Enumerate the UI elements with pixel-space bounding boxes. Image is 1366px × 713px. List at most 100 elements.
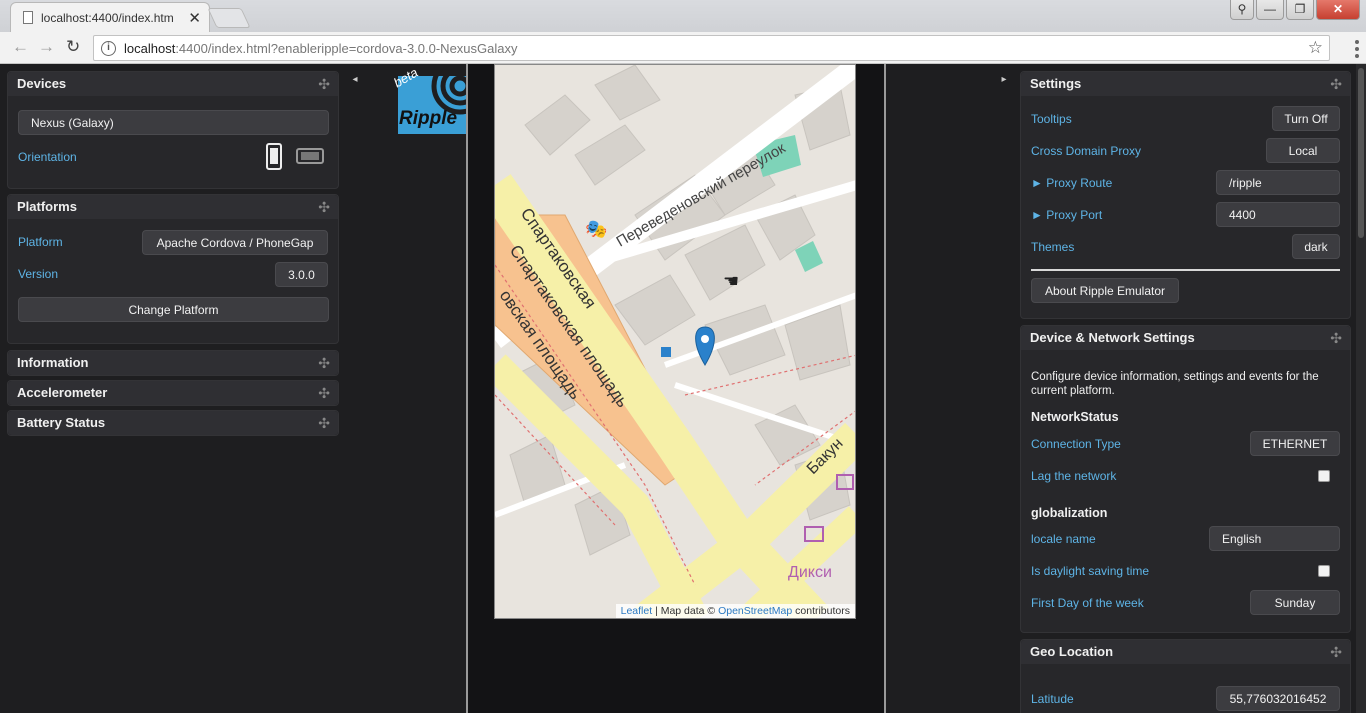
expand-icon[interactable]: ✣	[318, 381, 330, 405]
expand-icon[interactable]: ✣	[318, 195, 330, 219]
location-square-icon	[661, 347, 671, 357]
first-day-select[interactable]: Sunday	[1250, 590, 1340, 615]
page-scrollbar[interactable]	[1356, 64, 1366, 713]
geo-location-panel: Geo Location ✣ Latitude 55,776032016452	[1020, 639, 1351, 713]
hand-cursor-icon: ☚	[723, 271, 739, 292]
portrait-icon[interactable]	[266, 143, 282, 170]
settings-panel-header[interactable]: Settings ✣	[1021, 72, 1350, 96]
version-select[interactable]: 3.0.0	[275, 262, 328, 287]
tooltips-label: Tooltips	[1031, 112, 1072, 126]
connection-type-label: Connection Type	[1031, 437, 1121, 451]
device-network-panel-header[interactable]: Device & Network Settings ✣	[1021, 326, 1350, 350]
lag-network-label: Lag the network	[1031, 469, 1117, 483]
expand-icon[interactable]: ✣	[318, 411, 330, 435]
forward-icon[interactable]: →	[38, 37, 55, 57]
attribution-text: | Map data ©	[652, 605, 719, 617]
device-select[interactable]: Nexus (Galaxy)	[18, 110, 329, 135]
logo-text: Ripple	[399, 108, 458, 129]
url-path: :4400/index.html?enableripple=cordova-3.…	[175, 40, 518, 56]
maximize-button[interactable]: ❐	[1286, 0, 1314, 20]
proxy-route-input[interactable]: /ripple	[1216, 170, 1340, 195]
first-day-label: First Day of the week	[1031, 596, 1144, 610]
browser-navbar: ← → ↻ i localhost:4400/index.html?enable…	[0, 32, 1366, 64]
close-tab-icon[interactable]: ✕	[188, 9, 201, 27]
geo-location-title: Geo Location	[1030, 644, 1114, 659]
accelerometer-title: Accelerometer	[17, 385, 108, 400]
tab-title: localhost:4400/index.htm	[41, 10, 174, 25]
theatre-icon: 🎭	[585, 219, 607, 240]
locale-select[interactable]: English	[1209, 526, 1340, 551]
daylight-saving-label: Is daylight saving time	[1031, 564, 1150, 578]
expand-icon[interactable]: ✣	[318, 72, 330, 96]
latitude-label: Latitude	[1031, 692, 1074, 706]
orientation-label: Orientation	[18, 150, 77, 164]
reload-icon[interactable]: ↻	[66, 37, 80, 57]
device-network-description: Configure device information, settings a…	[1031, 371, 1319, 397]
geo-location-panel-header[interactable]: Geo Location ✣	[1021, 640, 1350, 664]
platforms-panel: Platforms ✣ Platform Apache Cordova / Ph…	[7, 194, 339, 344]
new-tab-button[interactable]	[207, 8, 251, 28]
platform-select[interactable]: Apache Cordova / PhoneGap	[142, 230, 328, 255]
proxy-select[interactable]: Local	[1266, 138, 1340, 163]
latitude-input[interactable]: 55,776032016452	[1216, 686, 1340, 711]
expand-icon[interactable]: ✣	[1330, 72, 1342, 96]
proxy-route-label[interactable]: ► Proxy Route	[1031, 176, 1112, 190]
proxy-port-label[interactable]: ► Proxy Port	[1031, 208, 1102, 222]
devices-panel: Devices ✣ Nexus (Galaxy) Orientation	[7, 71, 339, 189]
ripple-logo: beta Ripple	[391, 57, 489, 134]
close-window-button[interactable]: ✕	[1316, 0, 1360, 20]
platforms-title: Platforms	[17, 199, 77, 214]
change-platform-button[interactable]: Change Platform	[18, 297, 329, 322]
settings-panel: Settings ✣ Tooltips Turn Off Cross Domai…	[1020, 71, 1351, 319]
device-network-title: Device & Network Settings	[1030, 330, 1195, 345]
minimize-button[interactable]: —	[1256, 0, 1284, 20]
lag-network-checkbox[interactable]	[1318, 470, 1330, 482]
information-panel[interactable]: Information ✣	[7, 350, 339, 376]
browser-menu-icon[interactable]	[1355, 40, 1359, 58]
globalization-heading: globalization	[1031, 506, 1108, 520]
expand-icon[interactable]: ✣	[1330, 326, 1342, 350]
devices-title: Devices	[17, 76, 67, 91]
collapse-right-arrow-icon[interactable]: ▸	[997, 74, 1011, 86]
battery-status-title: Battery Status	[17, 415, 106, 430]
tooltips-toggle-button[interactable]: Turn Off	[1272, 106, 1340, 131]
accelerometer-panel[interactable]: Accelerometer ✣	[7, 380, 339, 406]
themes-select[interactable]: dark	[1292, 234, 1340, 259]
daylight-saving-checkbox[interactable]	[1318, 565, 1330, 577]
window-controls: ⚲ — ❐ ✕	[1230, 0, 1360, 20]
leaflet-link[interactable]: Leaflet	[621, 605, 653, 617]
user-icon[interactable]: ⚲	[1230, 0, 1254, 20]
locale-name-label: locale name	[1031, 532, 1096, 546]
themes-label: Themes	[1031, 240, 1075, 254]
shop-label: Дикси	[788, 564, 832, 581]
page-icon	[23, 11, 33, 24]
osm-link[interactable]: OpenStreetMap	[718, 605, 792, 617]
network-status-heading: NetworkStatus	[1031, 410, 1119, 424]
info-icon[interactable]: i	[101, 40, 116, 56]
devices-panel-header[interactable]: Devices ✣	[8, 72, 338, 96]
device-network-panel: Device & Network Settings ✣ Configure de…	[1020, 325, 1351, 633]
settings-title: Settings	[1030, 76, 1082, 91]
address-bar[interactable]: i localhost:4400/index.html?enableripple…	[93, 35, 1330, 61]
information-title: Information	[17, 355, 89, 370]
cross-domain-proxy-label: Cross Domain Proxy	[1031, 144, 1142, 158]
map-canvas[interactable]: Переведеновский переулок Спартаковская С…	[495, 65, 856, 619]
landscape-icon[interactable]	[296, 148, 324, 164]
back-icon[interactable]: ←	[12, 37, 29, 57]
browser-tab[interactable]: localhost:4400/index.htm ✕	[10, 2, 210, 32]
connection-type-select[interactable]: ETHERNET	[1250, 431, 1340, 456]
expand-icon[interactable]: ✣	[1330, 640, 1342, 664]
battery-status-panel[interactable]: Battery Status ✣	[7, 410, 339, 436]
map-view[interactable]: Переведеновский переулок Спартаковская С…	[494, 64, 856, 619]
map-attribution: Leaflet | Map data © OpenStreetMap contr…	[615, 604, 855, 618]
url-host: localhost	[124, 40, 176, 56]
about-ripple-button[interactable]: About Ripple Emulator	[1031, 278, 1179, 303]
platform-label: Platform	[18, 235, 63, 249]
expand-icon[interactable]: ✣	[318, 351, 330, 375]
attribution-end: contributors	[792, 605, 850, 617]
version-label: Version	[18, 267, 59, 281]
platforms-panel-header[interactable]: Platforms ✣	[8, 195, 338, 219]
bookmark-star-icon[interactable]: ☆	[1308, 38, 1323, 58]
proxy-port-input[interactable]: 4400	[1216, 202, 1340, 227]
collapse-left-arrow-icon[interactable]: ◂	[348, 74, 362, 86]
